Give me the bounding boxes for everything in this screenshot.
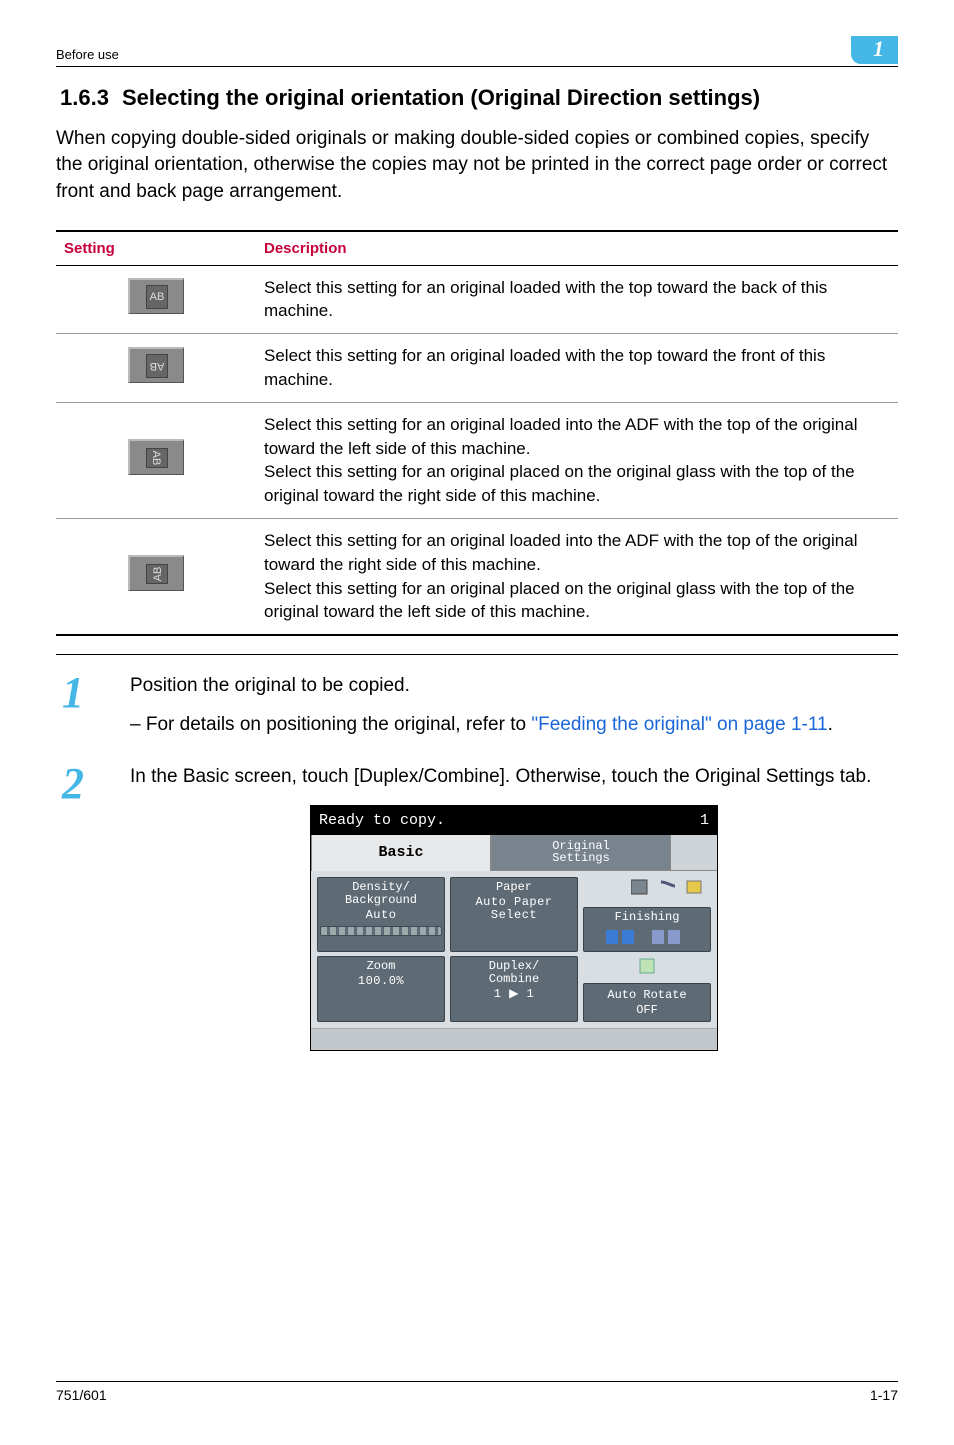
- orientation-top-back-icon: AB: [128, 278, 184, 314]
- step-text: Position the original to be copied.: [130, 673, 898, 700]
- page-footer: 751/601 1-17: [56, 1381, 898, 1406]
- step-number: 2: [56, 764, 130, 1051]
- divider: [56, 654, 898, 655]
- row-description: Select this setting for an original load…: [256, 265, 898, 334]
- auto-rotate-button[interactable]: Auto Rotate OFF: [583, 983, 711, 1022]
- table-row: AB Select this setting for an original l…: [56, 518, 898, 635]
- page-icon: [583, 956, 711, 978]
- intro-paragraph: When copying double-sided originals or m…: [56, 126, 898, 206]
- section-title-text: Selecting the original orientation (Orig…: [122, 83, 898, 114]
- step-number: 1: [56, 673, 130, 738]
- step-2: 2 In the Basic screen, touch [Duplex/Com…: [56, 764, 898, 1051]
- basic-screen: Ready to copy. 1 Basic Original Settings…: [310, 805, 718, 1051]
- screen-status: Ready to copy.: [319, 810, 445, 831]
- tab-spacer: [671, 835, 717, 871]
- row-description: Select this setting for an original load…: [256, 334, 898, 403]
- breadcrumb: Before use: [56, 46, 119, 64]
- tab-original-settings[interactable]: Original Settings: [491, 835, 671, 871]
- link-feeding-original[interactable]: "Feeding the original" on page 1-11: [531, 714, 827, 735]
- paper-button[interactable]: Paper Auto Paper Select: [450, 877, 578, 952]
- screen-counter: 1: [700, 810, 709, 831]
- table-row: AB Select this setting for an original l…: [56, 334, 898, 403]
- finishing-icon: [586, 928, 708, 946]
- step-1: 1 Position the original to be copied. – …: [56, 673, 898, 738]
- footer-page: 1-17: [870, 1386, 898, 1406]
- section-number: 1.6.3: [56, 83, 122, 114]
- step-text: In the Basic screen, touch [Duplex/Combi…: [130, 764, 898, 791]
- table-row: AB Select this setting for an original l…: [56, 265, 898, 334]
- col-header-description: Description: [256, 231, 898, 266]
- table-row: AB Select this setting for an original l…: [56, 402, 898, 518]
- zoom-button[interactable]: Zoom 100.0%: [317, 956, 445, 1022]
- footer-model: 751/601: [56, 1386, 107, 1406]
- finishing-button[interactable]: Finishing: [583, 907, 711, 952]
- density-button[interactable]: Density/ Background Auto: [317, 877, 445, 952]
- col-header-setting: Setting: [56, 231, 256, 266]
- orientation-top-front-icon: AB: [128, 347, 184, 383]
- chapter-badge: 1: [851, 36, 898, 64]
- page-header: Before use 1: [56, 36, 898, 67]
- row-description: Select this setting for an original load…: [256, 402, 898, 518]
- top-icons: [583, 877, 711, 899]
- density-scale-icon: [320, 926, 442, 936]
- row-description: Select this setting for an original load…: [256, 518, 898, 635]
- orientation-left-icon: AB: [128, 439, 184, 475]
- orientation-settings-table: Setting Description AB Select this setti…: [56, 230, 898, 637]
- tab-basic[interactable]: Basic: [311, 835, 491, 871]
- section-heading: 1.6.3 Selecting the original orientation…: [56, 83, 898, 114]
- screen-bottombar: [311, 1028, 717, 1050]
- duplex-combine-button[interactable]: Duplex/ Combine 1 ▶ 1: [450, 956, 578, 1022]
- orientation-right-icon: AB: [128, 555, 184, 591]
- step-subtext: – For details on positioning the origina…: [144, 712, 898, 739]
